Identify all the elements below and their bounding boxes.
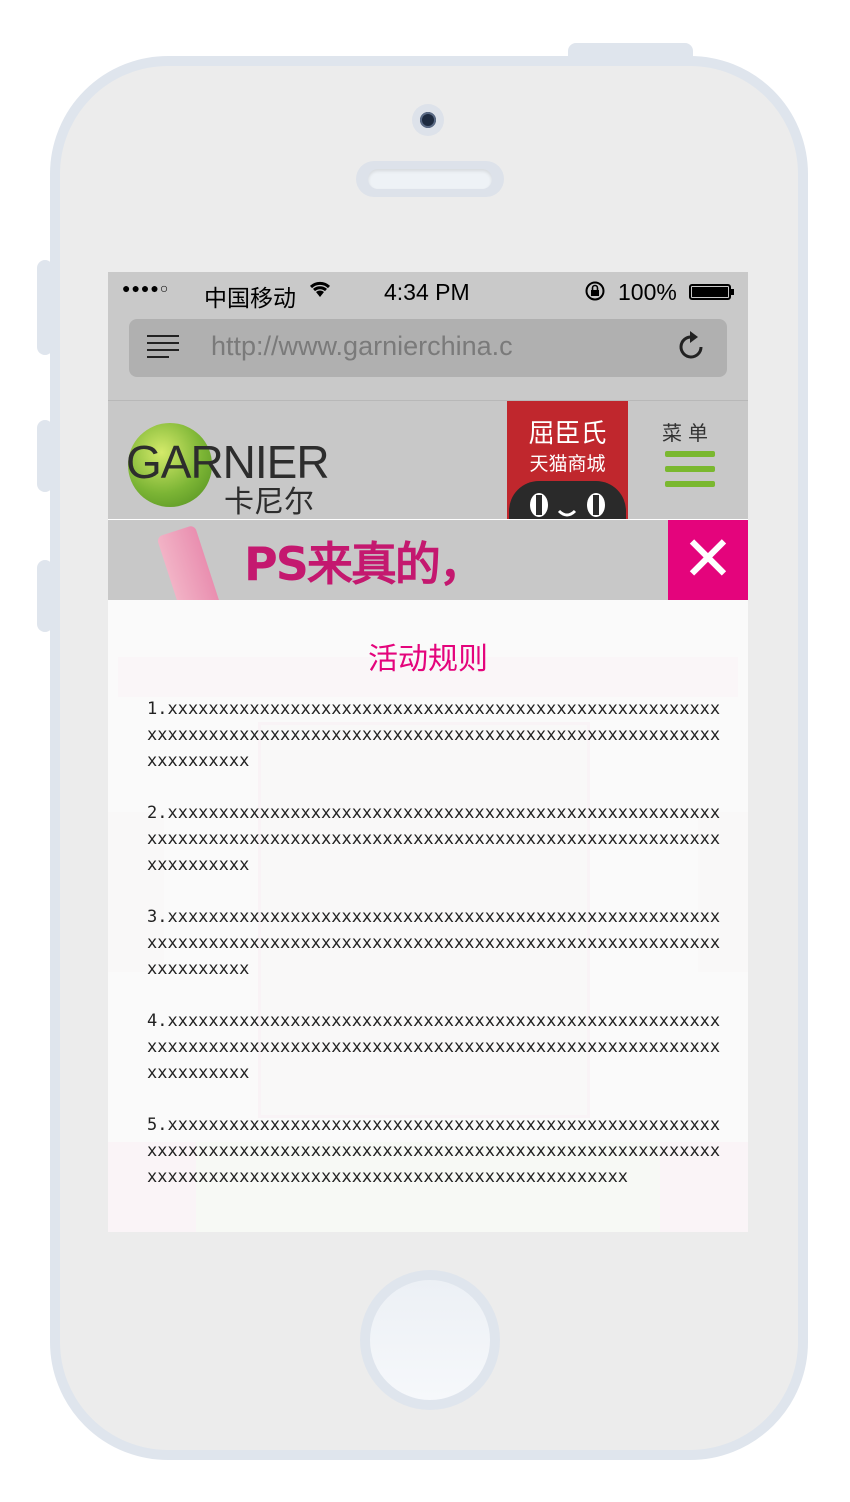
battery-percentage: 100% bbox=[618, 279, 677, 305]
rule-item: 2.xxxxxxxxxxxxxxxxxxxxxxxxxxxxxxxxxxxxxx… bbox=[147, 803, 721, 875]
menu-label[interactable]: 菜单 bbox=[662, 417, 714, 446]
site-header: GARNIER 卡尼尔 屈臣氏 天猫商城 菜单 bbox=[108, 401, 748, 520]
rule-item: 3.xxxxxxxxxxxxxxxxxxxxxxxxxxxxxxxxxxxxxx… bbox=[147, 907, 721, 979]
wifi-icon bbox=[307, 277, 333, 305]
status-bar: ●●●●○ 中国移动 4:34 PM 100% bbox=[108, 272, 748, 312]
tmall-store-link[interactable]: 屈臣氏 天猫商城 bbox=[507, 401, 628, 519]
rules-title: 活动规则 bbox=[368, 642, 488, 677]
rule-item: 4.xxxxxxxxxxxxxxxxxxxxxxxxxxxxxxxxxxxxxx… bbox=[147, 1011, 721, 1083]
phone-screen: ●●●●○ 中国移动 4:34 PM 100% http://www.garni… bbox=[108, 272, 748, 1232]
garnier-logo-cn: 卡尼尔 bbox=[224, 485, 314, 520]
front-camera bbox=[412, 104, 444, 136]
banner-title: PS来真的， bbox=[244, 537, 485, 591]
campaign-banner: PS来真的， bbox=[108, 520, 748, 600]
orientation-lock-icon bbox=[584, 280, 606, 308]
reload-icon[interactable] bbox=[677, 329, 707, 371]
tmall-line2: 天猫商城 bbox=[529, 453, 606, 475]
home-button[interactable] bbox=[360, 1270, 500, 1410]
rules-modal: 活动规则 1.xxxxxxxxxxxxxxxxxxxxxxxxxxxxxxxxx… bbox=[108, 600, 748, 1232]
tmall-line1: 屈臣氏 bbox=[528, 419, 607, 449]
rules-list: 1.xxxxxxxxxxxxxxxxxxxxxxxxxxxxxxxxxxxxxx… bbox=[147, 696, 727, 1216]
close-icon[interactable]: ✕ bbox=[668, 520, 748, 600]
carrier-name: 中国移动 bbox=[204, 285, 296, 311]
signal-strength: ●●●●○ bbox=[122, 280, 170, 296]
hamburger-menu-icon[interactable] bbox=[665, 451, 715, 496]
address-bar[interactable]: http://www.garnierchina.c bbox=[129, 319, 727, 377]
product-tube-image bbox=[156, 524, 232, 600]
url-text[interactable]: http://www.garnierchina.c bbox=[211, 331, 571, 362]
tmall-cat-icon bbox=[509, 481, 626, 519]
reader-menu-icon[interactable] bbox=[147, 335, 179, 361]
earpiece-speaker bbox=[356, 161, 504, 197]
clock: 4:34 PM bbox=[384, 279, 470, 305]
browser-toolbar: http://www.garnierchina.c bbox=[108, 312, 748, 401]
rule-item: 5.xxxxxxxxxxxxxxxxxxxxxxxxxxxxxxxxxxxxxx… bbox=[147, 1115, 721, 1187]
rule-item: 1.xxxxxxxxxxxxxxxxxxxxxxxxxxxxxxxxxxxxxx… bbox=[147, 699, 721, 771]
battery-icon bbox=[689, 284, 734, 300]
